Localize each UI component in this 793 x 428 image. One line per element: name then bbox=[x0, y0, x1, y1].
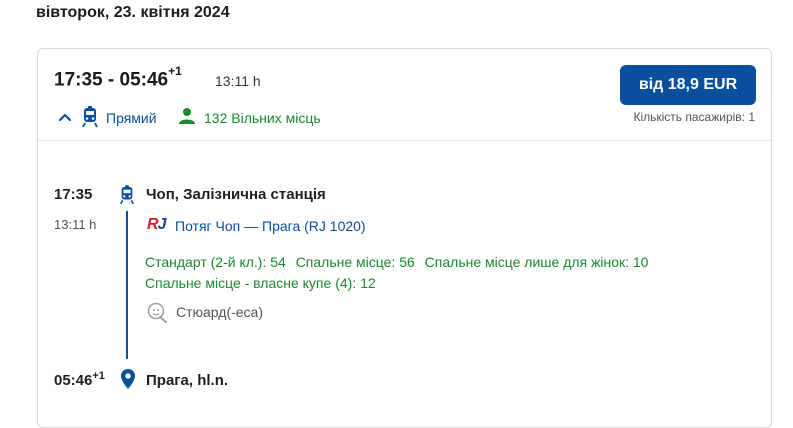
date-heading: вівторок, 23. квітня 2024 bbox=[36, 4, 230, 21]
trip-times: 17:35 - 05:46+1 bbox=[54, 64, 182, 91]
passenger-count: Кількість пасажирів: 1 bbox=[633, 110, 755, 124]
person-icon bbox=[179, 108, 195, 124]
seat-class-private-compartment: Спальне місце - власне купе (4): 12 bbox=[145, 275, 376, 291]
direct-label: Прямий bbox=[106, 110, 157, 126]
departure-stop-time: 17:35 bbox=[54, 186, 93, 203]
seat-class-sleeper-women: Спальне місце лише для жінок: 10 bbox=[424, 254, 649, 270]
route-line bbox=[126, 211, 128, 359]
arrival-stop-time: 05:46+1 bbox=[54, 370, 105, 389]
steward-icon bbox=[147, 302, 167, 323]
seat-class-sleeper: Спальне місце: 56 bbox=[295, 254, 415, 270]
seat-classes: Стандарт (2-й кл.): 54 Спальне місце: 56… bbox=[145, 252, 745, 294]
train-icon bbox=[82, 106, 98, 128]
location-pin-icon bbox=[121, 369, 135, 389]
available-seats: 132 Вільних місць bbox=[204, 110, 321, 126]
arrival-day-offset: +1 bbox=[92, 370, 105, 382]
trip-duration: 13:11 h bbox=[215, 73, 261, 89]
train-icon bbox=[120, 185, 134, 205]
steward-service: Стюард(-еса) bbox=[176, 304, 264, 320]
train-name-link[interactable]: Потяг Чоп — Прага (RJ 1020) bbox=[175, 218, 366, 234]
day-offset: +1 bbox=[168, 64, 182, 78]
regiojet-logo: RJ bbox=[147, 216, 166, 233]
departure-time: 17:35 bbox=[54, 69, 103, 91]
segment-duration: 13:11 h bbox=[54, 217, 97, 232]
arrival-station: Прага, hl.n. bbox=[146, 372, 229, 389]
departure-station: Чоп, Залізнична станція bbox=[146, 186, 326, 203]
seat-class-standard: Стандарт (2-й кл.): 54 bbox=[145, 254, 286, 270]
time-separator: - bbox=[102, 69, 120, 91]
chevron-up-icon[interactable] bbox=[58, 110, 72, 124]
price-button[interactable]: від 18,9 EUR bbox=[620, 65, 756, 105]
arrival-time: 05:46 bbox=[119, 69, 169, 91]
divider bbox=[38, 140, 771, 141]
connection-card: 17:35 - 05:46+1 13:11 h від 18,9 EUR Кіл… bbox=[37, 48, 772, 428]
